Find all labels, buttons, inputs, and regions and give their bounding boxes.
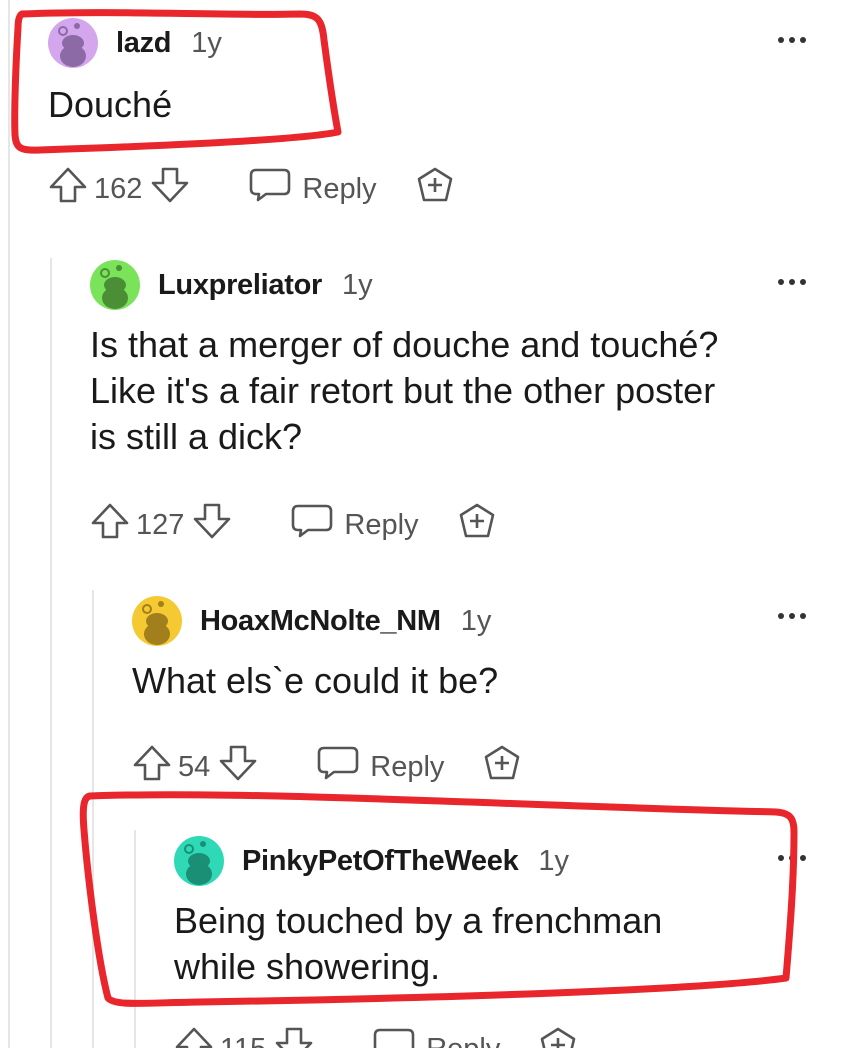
avatar[interactable] [174,836,224,886]
award-icon [538,1026,578,1048]
upvote-icon[interactable] [174,1026,214,1048]
action-bar: 115 Reply [174,1026,578,1048]
comment-thread: lazd 1y Douché 162 Reply Luxpreliator 1y… [0,0,853,1048]
snoo-icon [184,841,212,885]
reply-label: Reply [426,1033,500,1048]
more-options-icon[interactable] [778,855,806,861]
reply-button[interactable]: Reply [372,1027,500,1048]
comment: PinkyPetOfTheWeek 1y Being touched by a … [0,0,853,1048]
username[interactable]: PinkyPetOfTheWeek [242,845,519,878]
comment-body: Being touched by a frenchman while showe… [174,898,662,990]
downvote-icon[interactable] [274,1026,314,1048]
reply-icon [372,1027,416,1048]
comment-header: PinkyPetOfTheWeek 1y [174,836,569,886]
vote-count: 115 [220,1033,266,1048]
comment-body-line: Being touched by a frenchman [174,900,663,941]
award-button[interactable] [538,1026,578,1048]
comment-body-line: while showering. [174,946,441,987]
timestamp: 1y [538,844,570,877]
